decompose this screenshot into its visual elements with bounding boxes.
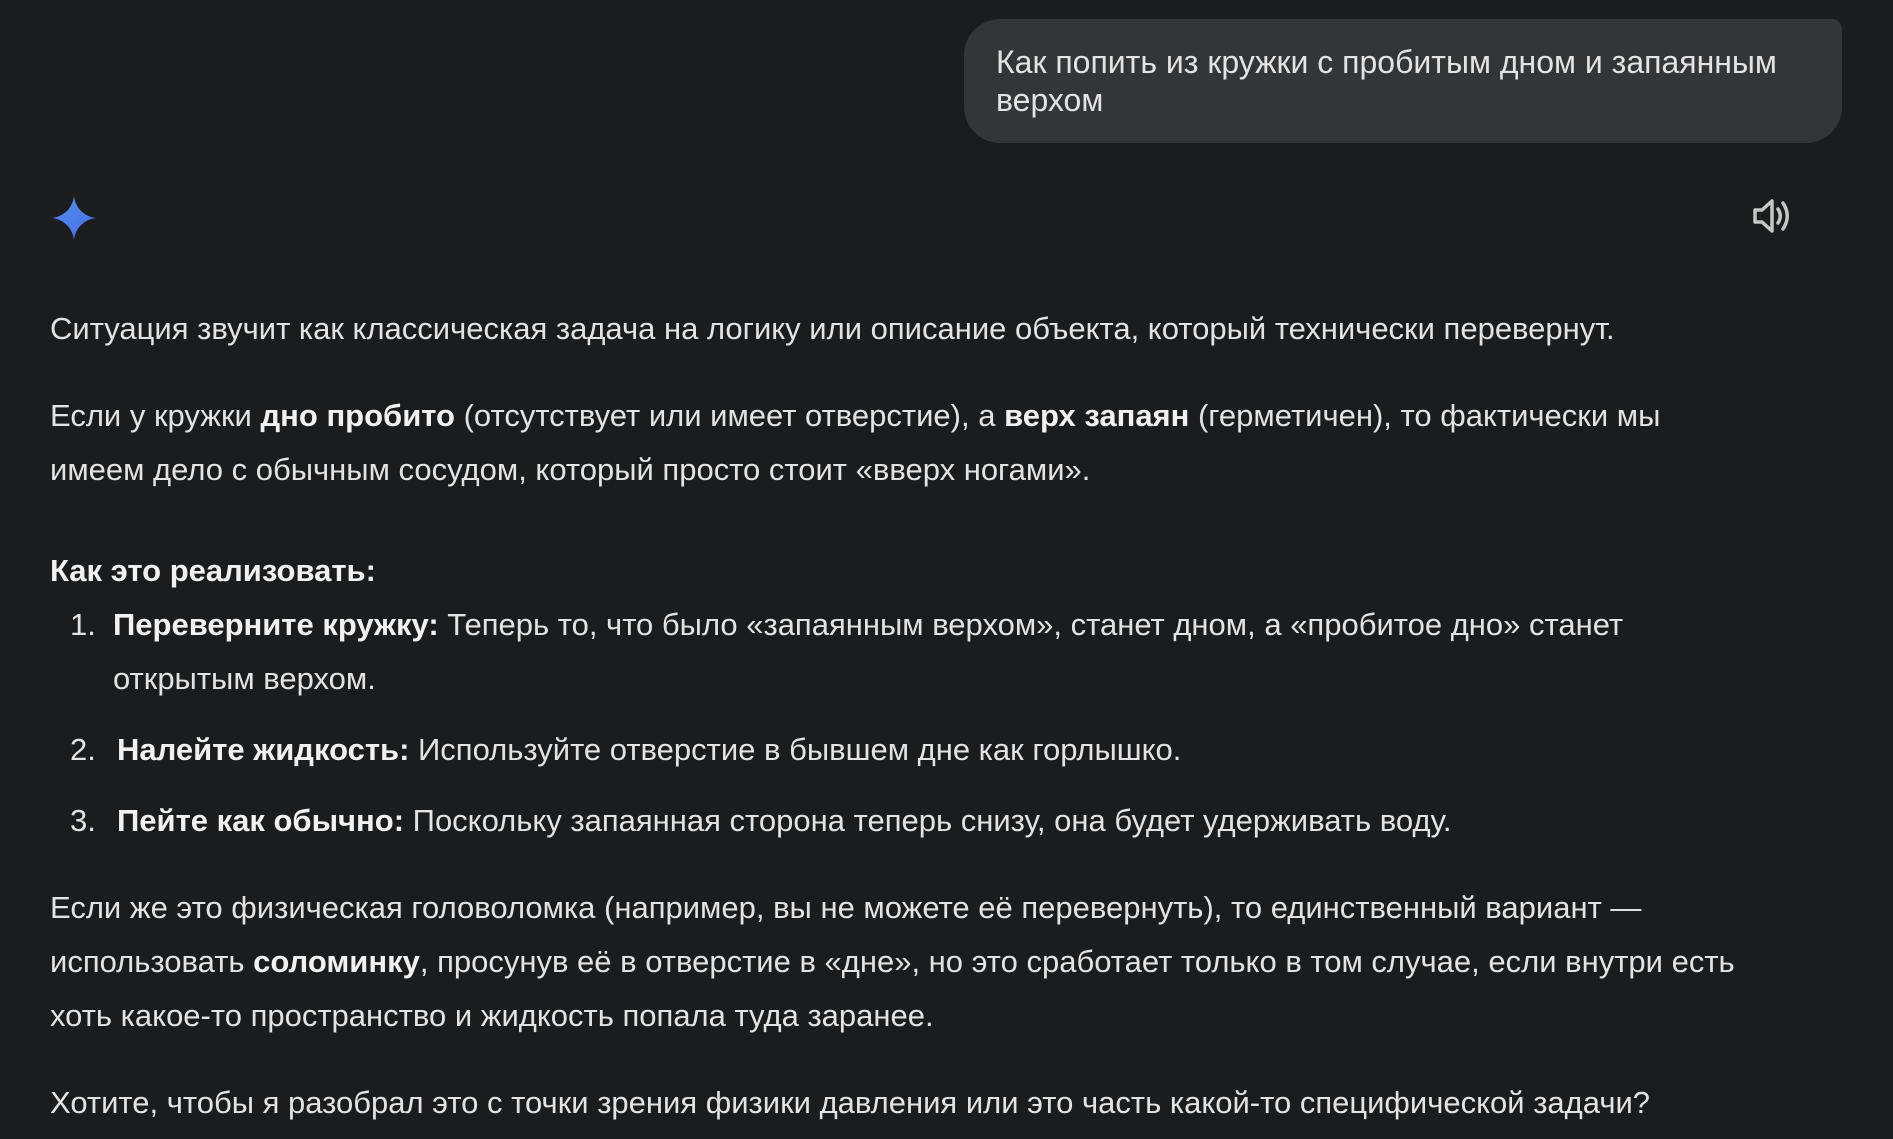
list-item-number: 2. bbox=[70, 732, 96, 767]
user-message-bubble: Как попить из кружки с пробитым дном и з… bbox=[964, 19, 1842, 143]
step-title: Переверните кружку: bbox=[113, 607, 439, 642]
bold-run: дно пробито bbox=[260, 398, 455, 433]
list-item-number: 3. bbox=[70, 803, 96, 838]
list-item-body: Переверните кружку: Теперь то, что было … bbox=[113, 598, 1813, 706]
step-title: Налейте жидкость: bbox=[117, 732, 410, 767]
step-text: Теперь то, что было «запаянным верхом», … bbox=[438, 607, 1624, 642]
paragraph-4-line-1: Если же это физическая головоломка (напр… bbox=[50, 890, 1642, 925]
text-run: использовать bbox=[50, 944, 254, 979]
text-run: Если у кружки bbox=[50, 398, 261, 433]
paragraph-2-line-2: имеем дело с обычным сосудом, который пр… bbox=[50, 452, 1091, 487]
user-message-line-2: верхом bbox=[996, 82, 1104, 118]
list-item-line: открытым верхом. bbox=[113, 661, 376, 696]
text-run: (герметичен), то фактически мы bbox=[1189, 398, 1661, 433]
bold-run: верх запаян bbox=[1004, 398, 1190, 433]
text-run: (отсутствует или имеет отверстие), а bbox=[454, 398, 1005, 433]
list-item-line: Налейте жидкость: Используйте отверстие … bbox=[117, 723, 1817, 777]
bold-run: соломинку bbox=[253, 944, 420, 979]
list-item-body: Налейте жидкость: Используйте отверстие … bbox=[117, 723, 1817, 777]
list-item-line: Пейте как обычно: Поскольку запаянная ст… bbox=[117, 794, 1817, 848]
user-message-line-1: Как попить из кружки с пробитым дном и з… bbox=[996, 44, 1777, 80]
text-run: , просунув её в отверстие в «дне», но эт… bbox=[419, 944, 1735, 979]
paragraph-4-line-2: использовать соломинку, просунув её в от… bbox=[50, 935, 1850, 989]
step-text: Используйте отверстие в бывшем дне как г… bbox=[409, 732, 1182, 767]
list-item-body: Пейте как обычно: Поскольку запаянная ст… bbox=[117, 794, 1817, 848]
response-paragraph-4: Если же это физическая головоломка (напр… bbox=[50, 881, 1850, 1043]
response-closing-question: Хотите, чтобы я разобрал это с точки зре… bbox=[50, 1085, 1651, 1120]
howto-heading: Как это реализовать: bbox=[50, 544, 1850, 598]
list-item-line: Переверните кружку: Теперь то, что было … bbox=[113, 598, 1813, 652]
paragraph-4-line-3: хоть какое-то пространство и жидкость по… bbox=[50, 998, 934, 1033]
list-item-number: 1. bbox=[70, 607, 96, 642]
speaker-icon[interactable] bbox=[1752, 196, 1794, 236]
step-text: Поскольку запаянная сторона теперь снизу… bbox=[404, 803, 1452, 838]
howto-heading-text: Как это реализовать: bbox=[50, 553, 376, 588]
response-paragraph-2: Если у кружки дно пробито (отсутствует и… bbox=[50, 389, 1850, 497]
step-title: Пейте как обычно: bbox=[117, 803, 405, 838]
paragraph-2-line-1: Если у кружки дно пробито (отсутствует и… bbox=[50, 389, 1850, 443]
response-intro: Ситуация звучит как классическая задача … bbox=[50, 311, 1615, 346]
gemini-sparkle-icon bbox=[52, 196, 96, 240]
